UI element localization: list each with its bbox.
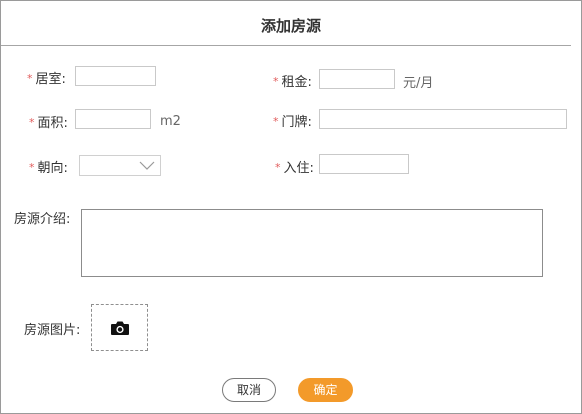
rent-unit: 元/月 (403, 76, 434, 91)
dialog-title: 添加房源 (260, 17, 321, 35)
rent-input[interactable] (319, 69, 395, 89)
cancel-button[interactable]: 取消 (222, 378, 276, 402)
required-mark: * (273, 75, 279, 88)
orientation-label: * 朝向: (29, 157, 68, 176)
photos-label: 房源图片: (24, 323, 81, 338)
required-mark: * (273, 115, 279, 128)
area-label: * 面积: (29, 112, 68, 131)
description-textarea[interactable] (81, 209, 543, 277)
chevron-down-icon (139, 161, 155, 170)
confirm-button[interactable]: 确定 (298, 378, 353, 402)
required-mark: * (275, 161, 281, 174)
orientation-label-text: 朝向: (37, 161, 68, 176)
required-mark: * (29, 161, 35, 174)
camera-icon (110, 321, 129, 335)
move-in-input[interactable] (319, 154, 409, 174)
add-listing-dialog: 添加房源 * 居室: * 租金: 元/月 * 面积: m2 * 门牌: * 朝向: * 入住… (0, 0, 582, 414)
required-mark: * (27, 72, 33, 85)
move-in-label: * 入住: (275, 157, 314, 176)
door-number-label: * 门牌: (273, 111, 312, 130)
orientation-select[interactable] (79, 155, 161, 176)
bedroom-label-text: 居室: (35, 72, 66, 87)
area-unit: m2 (160, 114, 181, 129)
bedroom-input[interactable] (75, 66, 156, 86)
move-in-label-text: 入住: (283, 161, 314, 176)
area-input[interactable] (75, 109, 151, 129)
door-number-label-text: 门牌: (281, 115, 312, 130)
required-mark: * (29, 116, 35, 129)
title-divider (1, 45, 571, 46)
door-number-input[interactable] (319, 109, 567, 129)
rent-label-text: 租金: (281, 75, 312, 90)
area-label-text: 面积: (37, 116, 68, 131)
rent-label: * 租金: (273, 71, 312, 90)
description-label: 房源介绍: (14, 212, 71, 227)
bedroom-label: * 居室: (27, 68, 66, 87)
photo-upload-button[interactable] (91, 304, 148, 351)
